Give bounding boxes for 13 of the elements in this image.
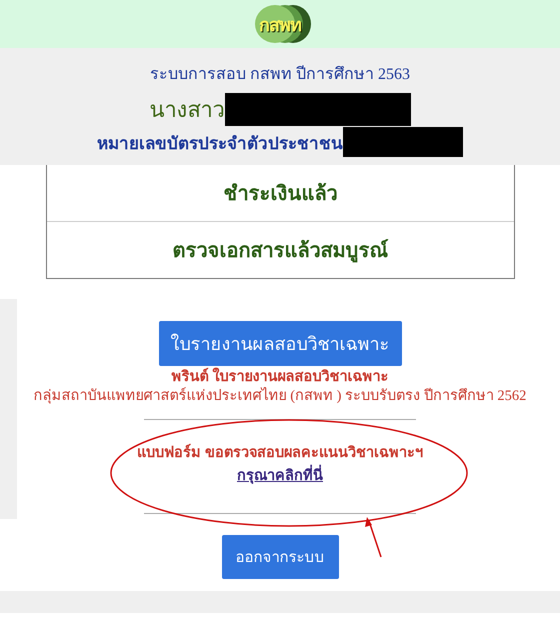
print-report-text: พรินต์ ใบรายงานผลสอบวิชาเฉพาะ <box>172 368 388 387</box>
appeal-form-text: แบบฟอร์ม ขอตรวจสอบผลคะแนนวิชาเฉพาะฯ <box>137 444 423 463</box>
status-text: ตรวจเอกสารแล้วสมบูรณ์ <box>47 221 514 278</box>
status-text: ชำระเงินแล้ว <box>222 182 338 207</box>
click-here-link[interactable]: กรุณาคลิกที่นี่ <box>237 463 323 486</box>
name-prefix: นางสาว <box>150 96 224 124</box>
logo-text: กสพท <box>259 14 301 38</box>
institution-text: กลุ่มสถาบันแพทยศาสตร์แห่งประเทศไทย (กสพท ) ระบบรับตรง ปีการศึกษา 2562 <box>34 387 526 406</box>
logout-button[interactable]: ออกจากระบบ <box>222 535 338 579</box>
report-button[interactable]: ใบรายงานผลสอบวิชาเฉพาะ <box>158 321 402 366</box>
annotation-arrow <box>365 517 382 558</box>
exam-system-title: ระบบการสอบ กสพท ปีการศึกษา 2563 <box>150 64 410 85</box>
id-number-label: หมายเลขบัตรประจำตัวประชาชน <box>97 132 343 154</box>
